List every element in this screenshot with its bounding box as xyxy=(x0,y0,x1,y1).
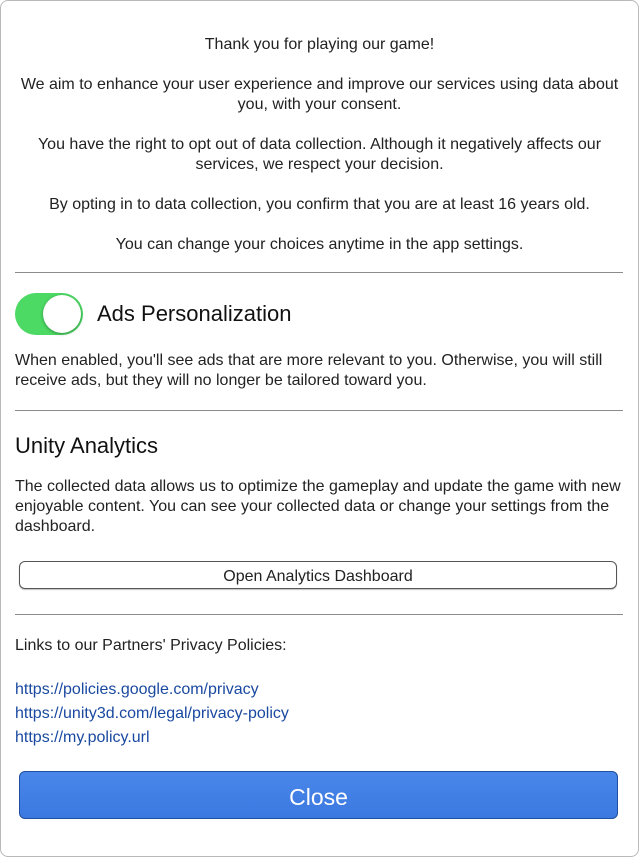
partners-heading: Links to our Partners' Privacy Policies: xyxy=(15,637,287,654)
open-analytics-dashboard-button[interactable]: Open Analytics Dashboard xyxy=(19,561,617,589)
analytics-description: The collected data allows us to optimize… xyxy=(15,478,621,535)
divider xyxy=(15,272,623,273)
ads-personalization-toggle[interactable] xyxy=(15,293,83,335)
intro-aim: We aim to enhance your user experience a… xyxy=(20,76,619,113)
intro-opt-out: You have the right to opt out of data co… xyxy=(37,136,602,173)
toggle-knob xyxy=(43,295,81,333)
divider xyxy=(15,410,623,411)
divider xyxy=(15,614,623,615)
link-my-policy[interactable]: https://my.policy.url xyxy=(15,728,150,748)
link-google-privacy[interactable]: https://policies.google.com/privacy xyxy=(15,680,259,700)
link-unity-privacy[interactable]: https://unity3d.com/legal/privacy-policy xyxy=(15,704,289,724)
consent-dialog: Thank you for playing our game! We aim t… xyxy=(0,0,639,857)
ads-personalization-description: When enabled, you'll see ads that are mo… xyxy=(15,352,603,389)
close-button[interactable]: Close xyxy=(19,771,618,819)
intro-change: You can change your choices anytime in t… xyxy=(115,236,524,253)
ads-personalization-title: Ads Personalization xyxy=(97,301,292,326)
intro-thanks: Thank you for playing our game! xyxy=(204,36,435,53)
intro-age: By opting in to data collection, you con… xyxy=(49,196,590,213)
analytics-title: Unity Analytics xyxy=(15,433,159,458)
